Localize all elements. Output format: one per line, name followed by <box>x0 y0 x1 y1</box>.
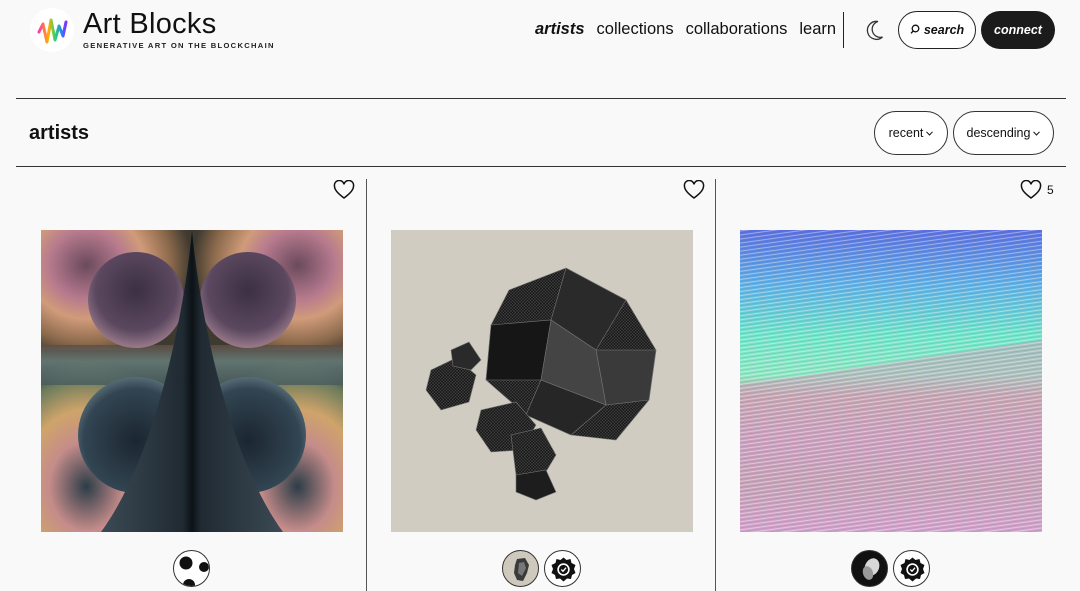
sort-by-value: recent <box>888 126 924 140</box>
artist-avatar[interactable] <box>851 550 888 587</box>
nav-divider <box>843 12 844 48</box>
column-divider <box>366 179 367 591</box>
like-count: 5 <box>1047 183 1054 197</box>
heart-outline-icon[interactable] <box>333 179 355 200</box>
sort-order-dropdown[interactable]: descending <box>953 111 1054 155</box>
artwork-image[interactable] <box>391 230 693 532</box>
connect-button[interactable]: connect <box>981 11 1055 49</box>
moon-icon[interactable] <box>863 18 887 42</box>
page-title: artists <box>29 122 90 144</box>
artwork-image[interactable] <box>41 230 343 532</box>
heart-outline-icon[interactable] <box>1020 179 1042 200</box>
search-label: search <box>923 23 965 37</box>
chevron-down-icon <box>1033 129 1041 138</box>
sort-by-dropdown[interactable]: recent <box>874 111 948 155</box>
brand-tagline: GENERATIVE ART ON THE BLOCKCHAIN <box>83 41 275 50</box>
artist-avatar[interactable] <box>173 550 210 587</box>
section-rule-bottom <box>16 166 1066 167</box>
heart-outline-icon[interactable] <box>683 179 705 200</box>
nav-item-artists[interactable]: artists <box>535 20 585 39</box>
chevron-down-icon <box>926 129 934 138</box>
sort-order-value: descending <box>966 126 1031 140</box>
nav-item-learn[interactable]: learn <box>799 20 836 39</box>
column-divider <box>715 179 716 591</box>
artist-avatar[interactable] <box>502 550 539 587</box>
search-button[interactable]: search <box>898 11 976 49</box>
verified-badge-icon[interactable] <box>893 550 930 587</box>
section-rule-top <box>16 98 1066 99</box>
verified-badge-icon[interactable] <box>544 550 581 587</box>
artwork-image[interactable] <box>740 230 1042 532</box>
nav-item-collections[interactable]: collections <box>597 20 674 39</box>
brand-title[interactable]: Art Blocks <box>83 8 217 41</box>
search-icon <box>910 23 920 37</box>
rainbow-waveform-logo[interactable] <box>30 8 74 52</box>
nav-item-collaborations[interactable]: collaborations <box>686 20 788 39</box>
site-header: Art Blocks GENERATIVE ART ON THE BLOCKCH… <box>0 0 1080 62</box>
main-nav: artists collections collaborations learn <box>535 20 836 39</box>
